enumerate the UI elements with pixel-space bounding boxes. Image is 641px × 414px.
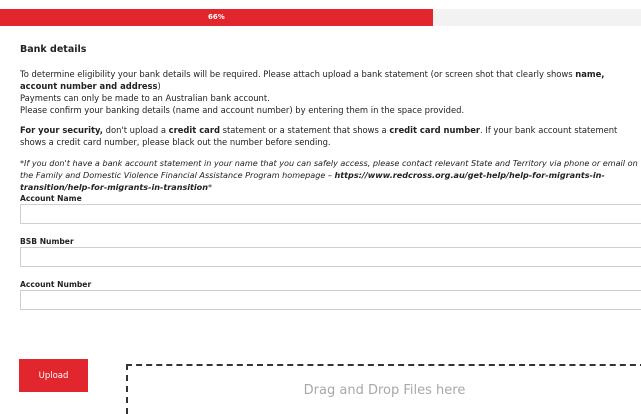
security-text-1: don't upload a	[103, 125, 169, 135]
no-statement-note: *If you don't have a bank account statem…	[20, 157, 641, 193]
note-asterisk: *	[208, 182, 213, 192]
account-name-input[interactable]	[20, 204, 641, 224]
australian-account-note: Payments can only be made to an Australi…	[20, 93, 270, 103]
account-number-label: Account Number	[20, 280, 92, 289]
upload-button[interactable]: Upload	[19, 359, 88, 392]
dropzone-label: Drag and Drop Files here	[303, 383, 466, 398]
intro-paragraph: To determine eligibility your bank detai…	[20, 68, 641, 92]
security-heading: For your security,	[20, 125, 103, 135]
intro-text: To determine eligibility your bank detai…	[20, 69, 576, 79]
intro-close: )	[157, 81, 161, 91]
security-credit-card-number: credit card number	[389, 125, 481, 135]
security-text-2: statement or a statement that shows a	[219, 125, 390, 135]
account-name-label: Account Name	[20, 194, 82, 203]
security-credit-card: credit card	[168, 125, 220, 135]
confirm-details-note: Please confirm your banking details (nam…	[20, 105, 465, 115]
file-dropzone[interactable]: Drag and Drop Files here	[126, 364, 641, 414]
section-title: Bank details	[20, 44, 87, 55]
bsb-number-input[interactable]	[20, 247, 641, 267]
progress-fill: 66%	[0, 9, 433, 26]
security-paragraph: For your security, don't upload a credit…	[20, 124, 641, 148]
bank-details-section: Bank details To determine eligibility yo…	[20, 34, 641, 310]
progress-bar: 66%	[0, 9, 641, 26]
bsb-number-label: BSB Number	[20, 237, 74, 246]
account-number-input[interactable]	[20, 290, 641, 310]
